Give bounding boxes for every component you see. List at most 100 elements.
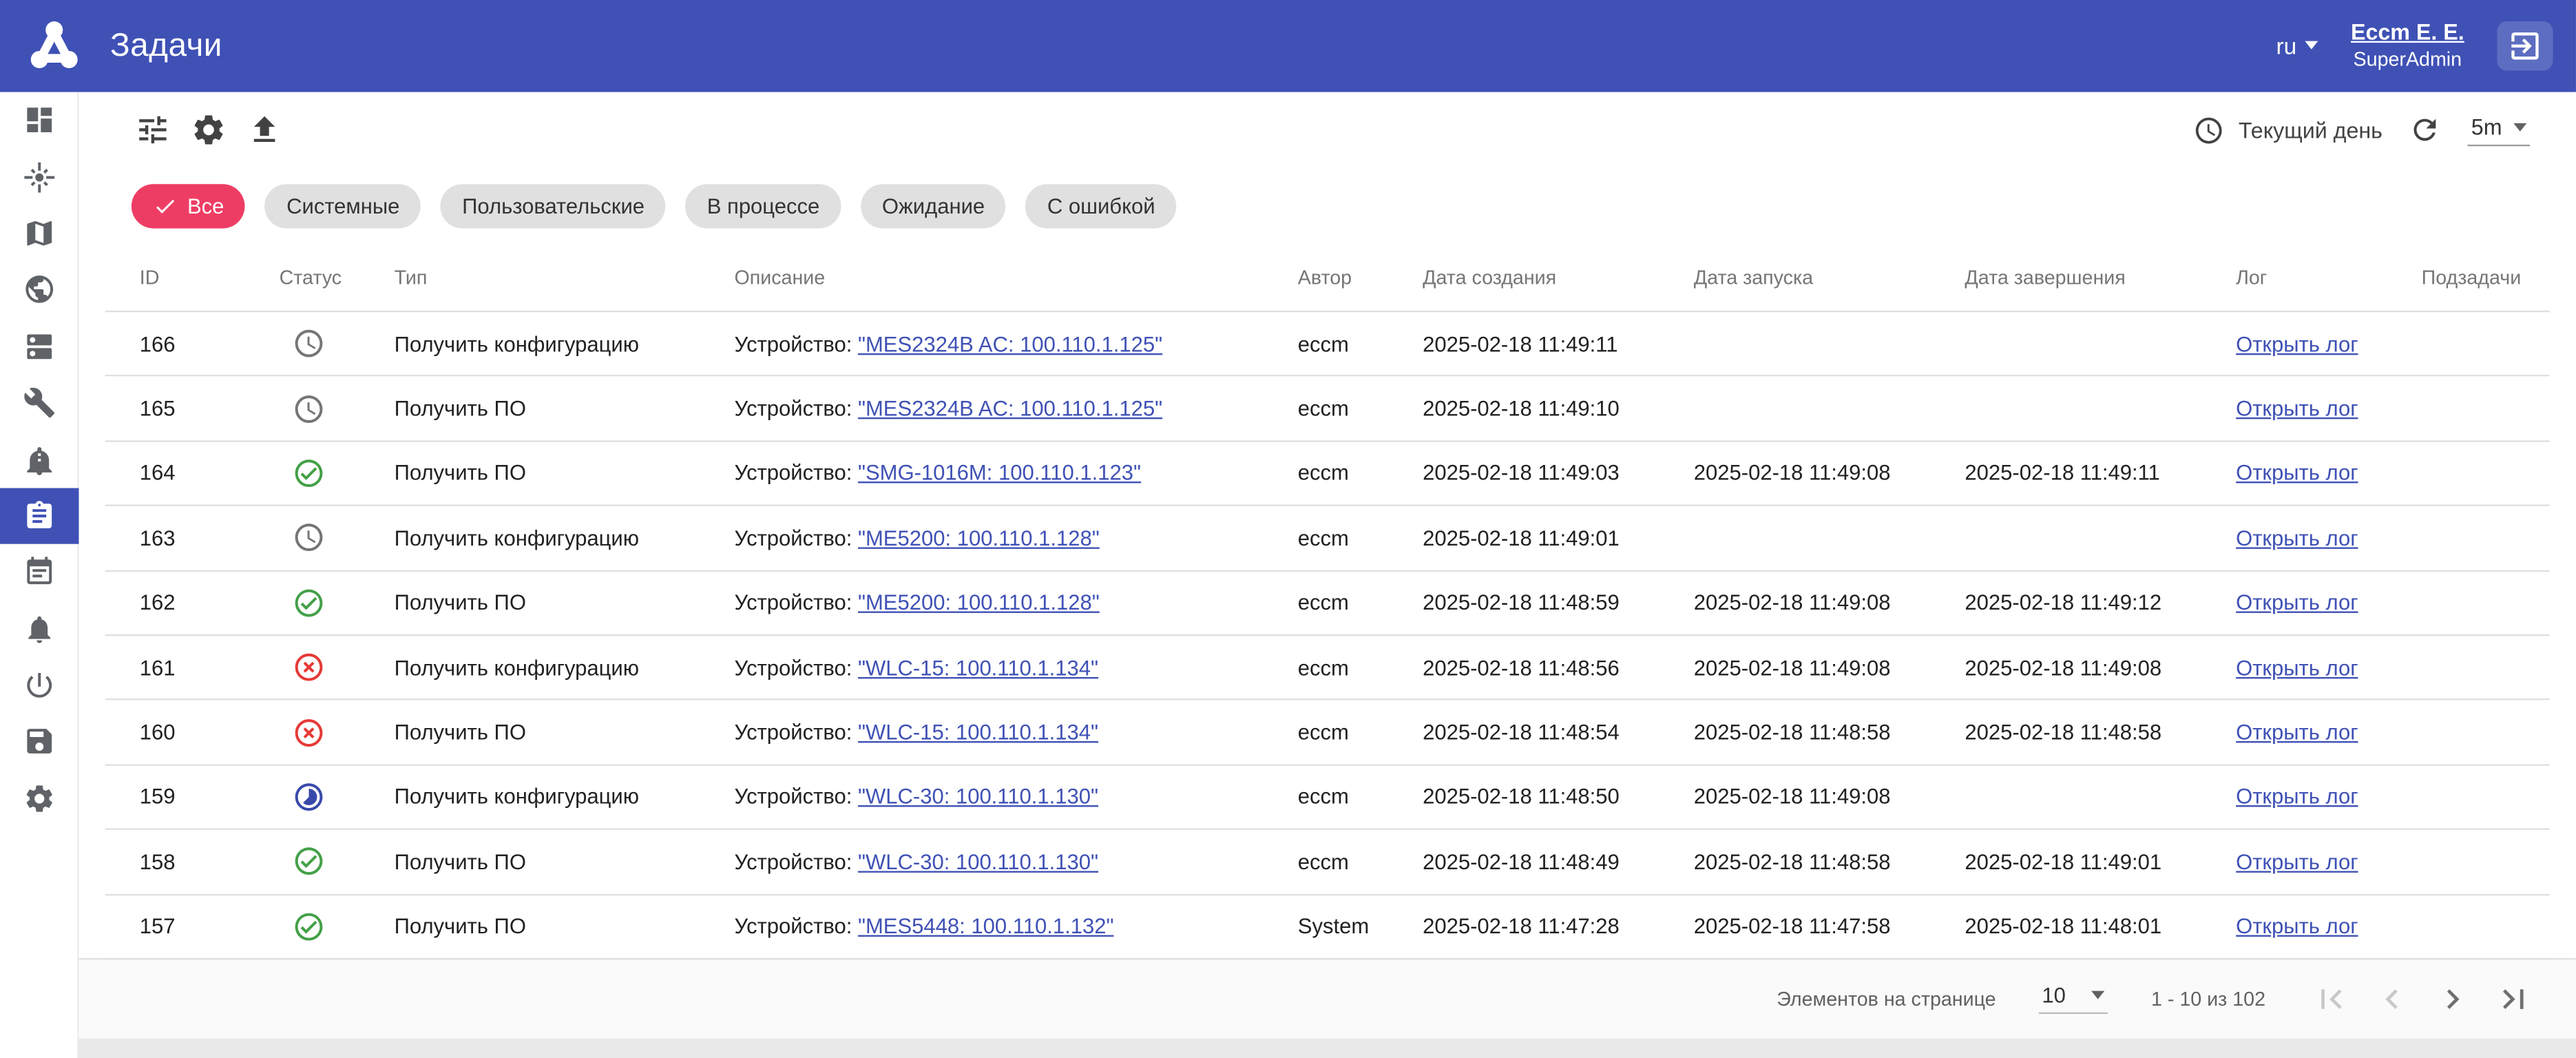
app-logo-icon[interactable]	[23, 14, 85, 77]
status-cell	[280, 327, 395, 360]
open-log-link[interactable]: Открыть лог	[2236, 590, 2358, 615]
clipboard-icon	[23, 499, 56, 532]
filter-chip-5[interactable]: С ошибкой	[1026, 183, 1177, 227]
filter-chip-3[interactable]: В процессе	[686, 183, 841, 227]
user-menu[interactable]: Eccm E. E. SuperAdmin	[2351, 19, 2464, 73]
open-log-link[interactable]: Открыть лог	[2236, 526, 2358, 550]
created-cell: 2025-02-18 11:49:01	[1423, 526, 1694, 550]
log-cell: Открыть лог	[2236, 526, 2422, 550]
last-page-button[interactable]	[2491, 976, 2537, 1022]
table-row: 162Получить ПОУстройство: "ME5200: 100.1…	[105, 571, 2550, 636]
task-id-cell: 157	[140, 914, 280, 939]
per-page-select[interactable]: 10	[2039, 984, 2108, 1015]
refresh-interval-select[interactable]: 5m	[2468, 114, 2530, 145]
first-page-icon	[2312, 979, 2351, 1019]
device-link[interactable]: "MES2324B AC: 100.110.1.125"	[858, 331, 1162, 356]
open-log-link[interactable]: Открыть лог	[2236, 914, 2358, 939]
filter-settings-button[interactable]	[125, 102, 180, 158]
device-link[interactable]: "WLC-30: 100.110.1.130"	[858, 785, 1098, 809]
sidebar-item-notifications[interactable]	[0, 601, 79, 657]
paginator: Элементов на странице 10 1 - 10 из 102	[79, 958, 2576, 1039]
sidebar-item-devices[interactable]	[0, 318, 79, 375]
language-selector[interactable]: ru	[2276, 33, 2318, 59]
created-cell: 2025-02-18 11:48:54	[1423, 720, 1694, 745]
task-id-cell: 161	[140, 655, 280, 680]
logout-icon	[2507, 28, 2543, 64]
filter-chip-0[interactable]: Все	[132, 183, 246, 227]
refresh-button[interactable]	[2402, 102, 2449, 158]
author-cell: eccm	[1298, 331, 1423, 356]
globe-icon	[23, 273, 56, 307]
column-header: Лог	[2236, 265, 2422, 288]
sidebar-item-scheduled-tasks[interactable]	[0, 544, 79, 601]
task-type-cell: Получить конфигурацию	[395, 785, 735, 809]
author-cell: eccm	[1298, 590, 1423, 615]
sidebar-item-maintenance[interactable]	[0, 375, 79, 431]
task-type-cell: Получить конфигурацию	[395, 526, 735, 550]
sidebar-item-dashboard[interactable]	[0, 92, 79, 149]
task-type-cell: Получить конфигурацию	[395, 331, 735, 356]
open-log-link[interactable]: Открыть лог	[2236, 331, 2358, 356]
open-log-link[interactable]: Открыть лог	[2236, 396, 2358, 421]
status-cell	[280, 586, 395, 619]
filter-chip-label: Все	[187, 193, 224, 218]
chevron-left-icon	[2372, 979, 2411, 1019]
device-link[interactable]: "SMG-1016M: 100.110.1.123"	[858, 461, 1141, 486]
sidebar-item-backup[interactable]	[0, 714, 79, 770]
log-cell: Открыть лог	[2236, 590, 2422, 615]
open-log-link[interactable]: Открыть лог	[2236, 720, 2358, 745]
sidebar-item-alerts[interactable]	[0, 431, 79, 488]
next-page-button[interactable]	[2430, 976, 2476, 1022]
open-log-link[interactable]: Открыть лог	[2236, 461, 2358, 486]
filter-chip-label: В процессе	[707, 193, 820, 218]
filter-chip-1[interactable]: Системные	[265, 183, 421, 227]
table-settings-button[interactable]	[180, 102, 236, 158]
finished-cell: 2025-02-18 11:48:01	[1965, 914, 2236, 939]
period-select[interactable]: Текущий день	[2192, 114, 2383, 145]
description-prefix: Устройство:	[734, 785, 857, 809]
created-cell: 2025-02-18 11:48:50	[1423, 785, 1694, 809]
log-cell: Открыть лог	[2236, 914, 2422, 939]
status-cell	[280, 780, 395, 813]
author-cell: eccm	[1298, 720, 1423, 745]
logout-button[interactable]	[2497, 21, 2553, 71]
created-cell: 2025-02-18 11:49:11	[1423, 331, 1694, 356]
status-success-icon	[293, 586, 395, 619]
alert-bell-icon	[23, 443, 56, 476]
device-link[interactable]: "MES5448: 100.110.1.132"	[858, 914, 1114, 939]
table-row: 160Получить ПОУстройство: "WLC-15: 100.1…	[105, 701, 2550, 765]
log-cell: Открыть лог	[2236, 461, 2422, 486]
device-link[interactable]: "WLC-15: 100.110.1.134"	[858, 720, 1098, 745]
device-link[interactable]: "ME5200: 100.110.1.128"	[858, 526, 1100, 550]
sidebar-item-settings[interactable]	[0, 770, 79, 827]
sidebar-item-power[interactable]	[0, 657, 79, 714]
open-log-link[interactable]: Открыть лог	[2236, 849, 2358, 874]
gear-icon	[191, 112, 227, 147]
device-link[interactable]: "WLC-30: 100.110.1.130"	[858, 849, 1098, 874]
started-cell: 2025-02-18 11:49:08	[1694, 655, 1965, 680]
column-header: Автор	[1298, 265, 1423, 288]
sidebar-item-network[interactable]	[0, 262, 79, 318]
chevron-down-icon	[2305, 42, 2318, 50]
device-link[interactable]: "WLC-15: 100.110.1.134"	[858, 655, 1098, 680]
column-header: Описание	[734, 265, 1297, 288]
table-body: 166Получить конфигурациюУстройство: "MES…	[105, 312, 2550, 960]
export-button[interactable]	[237, 102, 293, 158]
sidebar-item-incidents[interactable]	[0, 149, 79, 205]
page-range: 1 - 10 из 102	[2151, 988, 2265, 1010]
sidebar-item-tasks[interactable]	[0, 488, 79, 544]
task-id-cell: 164	[140, 461, 280, 486]
open-log-link[interactable]: Открыть лог	[2236, 655, 2358, 680]
status-cell	[280, 716, 395, 749]
task-type-cell: Получить ПО	[395, 720, 735, 745]
device-link[interactable]: "MES2324B AC: 100.110.1.125"	[858, 396, 1162, 421]
log-cell: Открыть лог	[2236, 331, 2422, 356]
per-page-label: Элементов на странице	[1777, 988, 1996, 1010]
open-log-link[interactable]: Открыть лог	[2236, 785, 2358, 809]
sidebar-item-map[interactable]	[0, 205, 79, 262]
column-header: Подзадачи	[2422, 265, 2550, 288]
filter-chip-4[interactable]: Ожидание	[861, 183, 1006, 227]
filter-chip-2[interactable]: Пользовательские	[441, 183, 666, 227]
table-row: 163Получить конфигурациюУстройство: "ME5…	[105, 506, 2550, 571]
device-link[interactable]: "ME5200: 100.110.1.128"	[858, 590, 1100, 615]
